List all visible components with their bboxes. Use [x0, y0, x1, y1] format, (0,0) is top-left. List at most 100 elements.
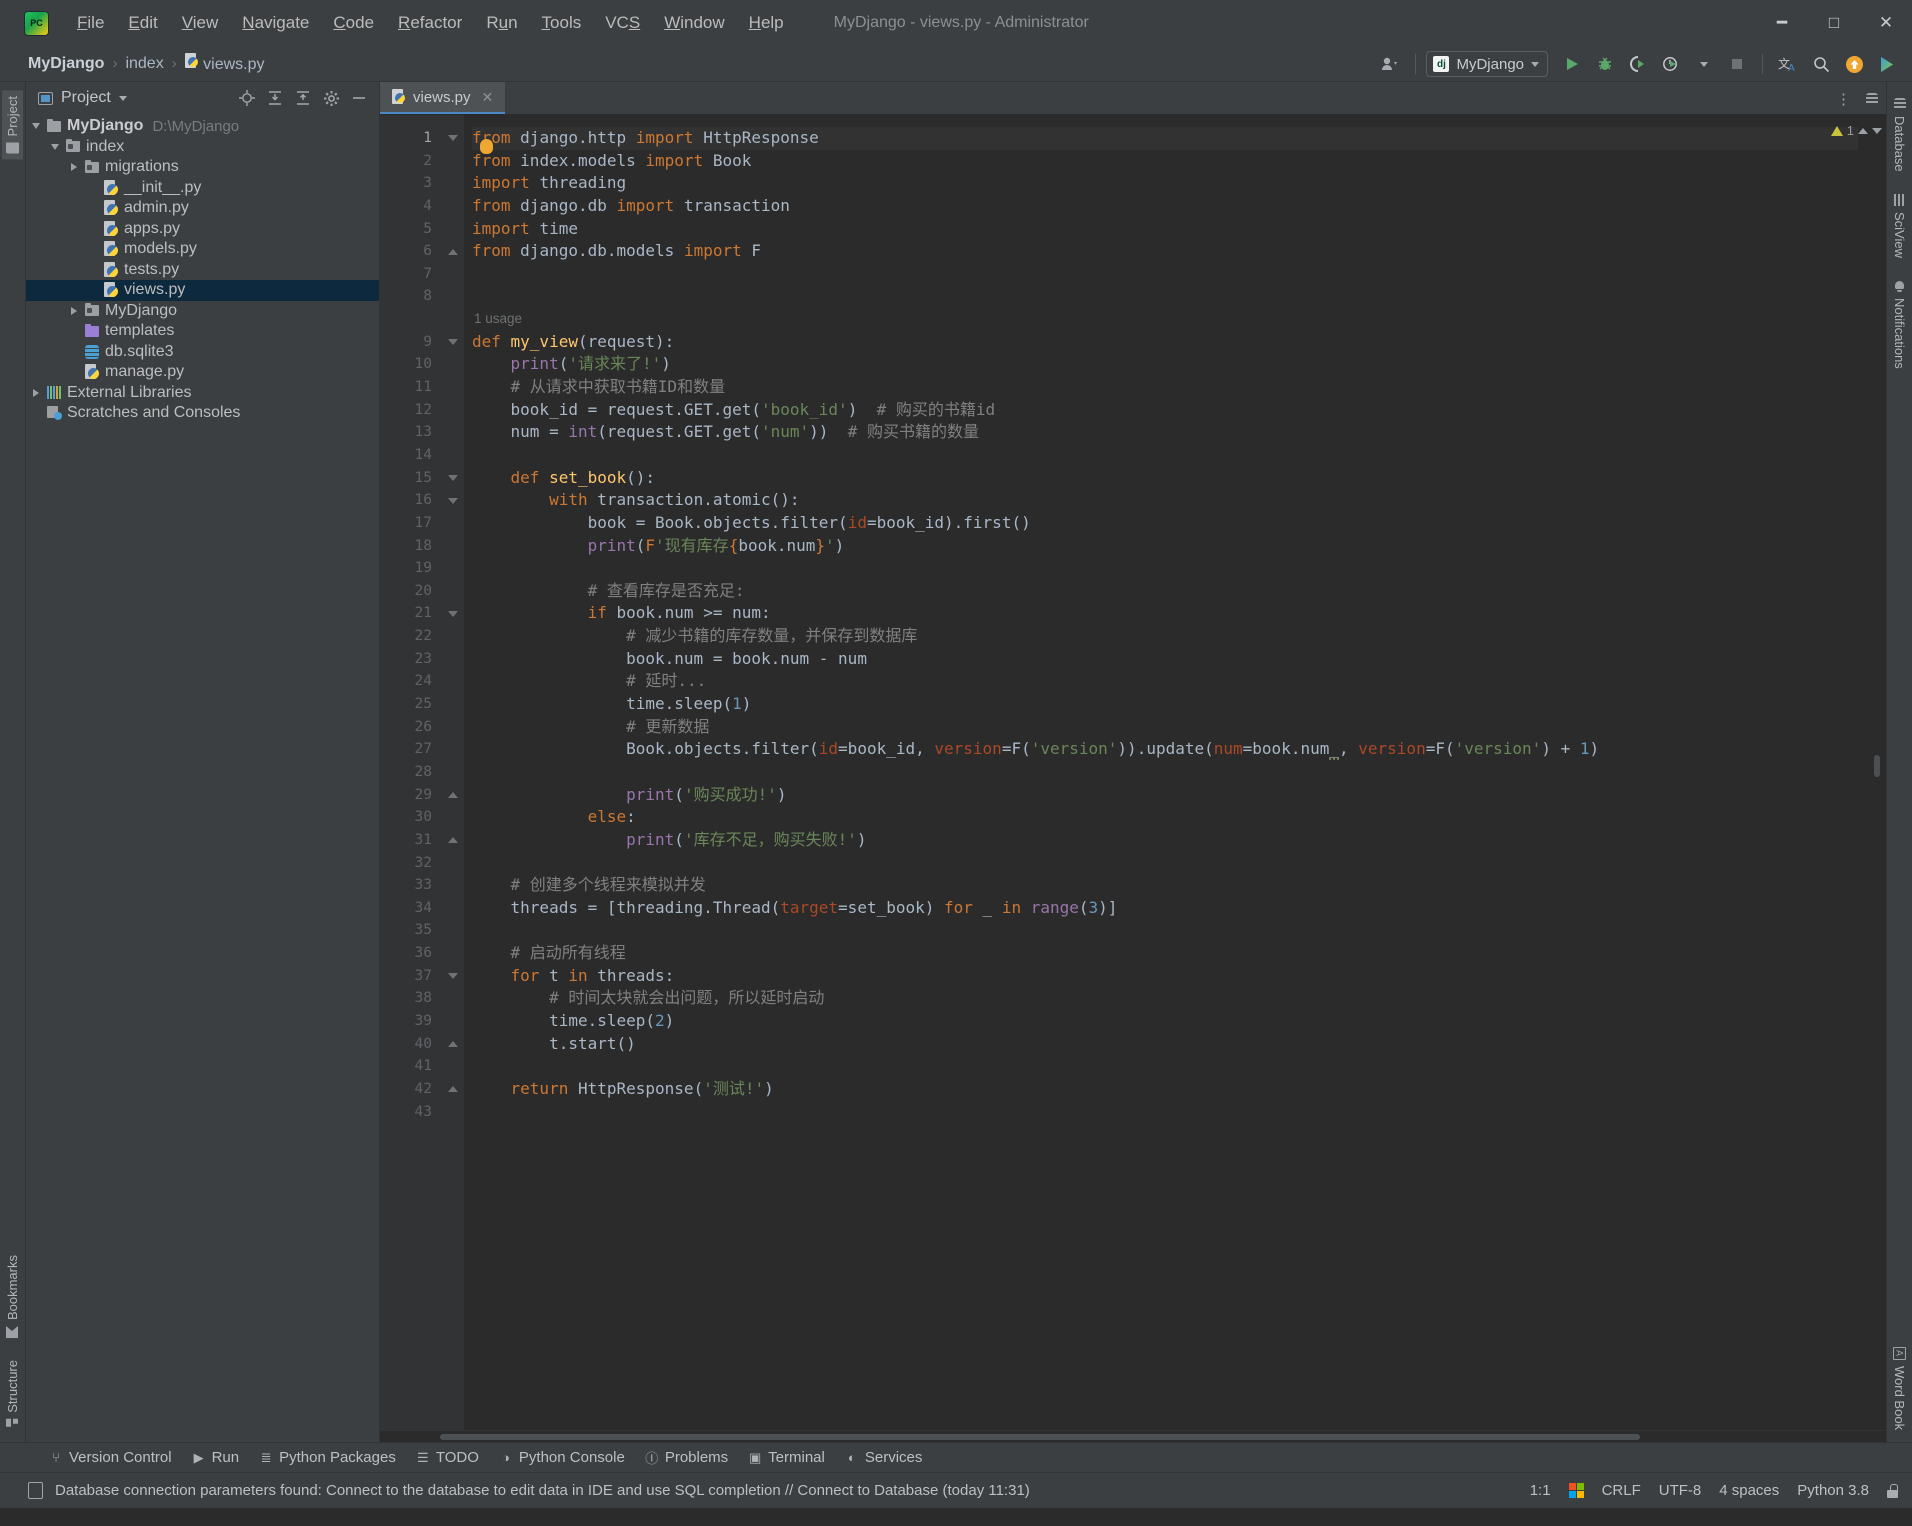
code-line[interactable]: return HttpResponse('测试!') [472, 1078, 1858, 1101]
code-line[interactable]: from django.db import transaction [472, 195, 1858, 218]
tool-window-terminal[interactable]: ▣ Terminal [739, 1446, 834, 1469]
status-message-area[interactable]: Database connection parameters found: Co… [28, 1482, 1030, 1499]
code-line[interactable]: with transaction.atomic(): [472, 489, 1858, 512]
breadcrumb-project[interactable]: MyDjango [24, 54, 108, 74]
tab-close-icon[interactable]: ✕ [482, 89, 494, 106]
breadcrumb-file[interactable]: views.py [181, 52, 269, 75]
search-icon[interactable] [1806, 50, 1836, 78]
tool-window-services[interactable]: ◐ Services [836, 1446, 932, 1469]
fold-region-start-icon[interactable] [442, 965, 464, 988]
sidebar-item-structure[interactable]: Structure [2, 1354, 23, 1436]
tool-window-run[interactable]: ▶ Run [183, 1446, 249, 1469]
ide-assistant-icon[interactable] [1872, 50, 1902, 78]
usage-hint[interactable]: 1 usage [472, 308, 1858, 331]
code-line[interactable]: else: [472, 806, 1858, 829]
python-interpreter[interactable]: Python 3.8 [1797, 1482, 1869, 1499]
code-line[interactable]: book_id = request.GET.get('book_id') # 购… [472, 399, 1858, 422]
breadcrumb-folder[interactable]: index [121, 54, 167, 74]
debug-button[interactable] [1590, 50, 1620, 78]
code-line[interactable]: threads = [threading.Thread(target=set_b… [472, 897, 1858, 920]
menu-item-view[interactable]: View [170, 9, 231, 37]
code-line[interactable]: # 从请求中获取书籍ID和数量 [472, 376, 1858, 399]
next-problem-icon[interactable] [1872, 127, 1882, 134]
code-line[interactable]: num = int(request.GET.get('num')) # 购买书籍… [472, 421, 1858, 444]
code-folding-gutter[interactable] [442, 115, 464, 1430]
maximize-button[interactable]: □ [1808, 0, 1860, 46]
tree-item-manage-py[interactable]: manage.py [26, 362, 379, 383]
tree-item-index[interactable]: index [26, 137, 379, 158]
run-button[interactable] [1557, 50, 1587, 78]
tree-item-db-sqlite3[interactable]: db.sqlite3 [26, 342, 379, 363]
menu-item-code[interactable]: Code [321, 9, 386, 37]
run-configuration-selector[interactable]: dj MyDjango [1426, 51, 1548, 77]
tool-window-problems[interactable]: Ⓘ Problems [636, 1445, 737, 1470]
collapse-all-icon[interactable] [291, 86, 315, 110]
chevron-down-icon[interactable] [118, 95, 127, 101]
code-line[interactable]: from django.http import HttpResponse [472, 127, 1858, 150]
run-with-coverage-button[interactable] [1623, 50, 1653, 78]
code-line[interactable] [472, 263, 1858, 286]
tree-item-migrations[interactable]: migrations [26, 157, 379, 178]
code-editor[interactable]: 1 2 3 4 5 6 7 8 9 10 11 12 13 14 15 16 17 18 19 20 21 22 23 24 2… [380, 115, 1886, 1430]
fold-end-marker-icon[interactable] [442, 829, 464, 852]
code-line[interactable]: print('购买成功!') [472, 784, 1858, 807]
account-icon[interactable] [1375, 50, 1405, 78]
fold-region-start-icon[interactable] [442, 127, 464, 150]
update-icon[interactable] [1839, 50, 1869, 78]
fold-end-marker-icon[interactable] [442, 1033, 464, 1056]
code-line[interactable]: # 时间太块就会出问题，所以延时启动 [472, 987, 1858, 1010]
tree-item-external-libraries[interactable]: External Libraries [26, 383, 379, 404]
tree-item-tests-py[interactable]: tests.py [26, 260, 379, 281]
fold-region-end-icon[interactable] [442, 240, 464, 263]
code-line[interactable] [472, 1055, 1858, 1078]
code-line[interactable] [472, 557, 1858, 580]
tree-item-apps-py[interactable]: apps.py [26, 219, 379, 240]
code-line[interactable]: for t in threads: [472, 965, 1858, 988]
tool-window-todo[interactable]: ☰ TODO [407, 1446, 488, 1469]
lock-icon[interactable] [1887, 1483, 1898, 1498]
menu-item-run[interactable]: Run [474, 9, 529, 37]
code-line[interactable]: time.sleep(2) [472, 1010, 1858, 1033]
tab-views-py[interactable]: views.py ✕ [380, 82, 506, 114]
more-options-icon[interactable]: ⋮ [1830, 90, 1858, 108]
code-line[interactable]: t.start() [472, 1033, 1858, 1056]
code-line[interactable]: print('请求来了!') [472, 353, 1858, 376]
menu-item-window[interactable]: Window [652, 9, 736, 37]
settings-gear-icon[interactable] [319, 86, 343, 110]
code-line[interactable]: if book.num >= num: [472, 602, 1858, 625]
sidebar-item-sciview[interactable]: SciView [1889, 188, 1910, 264]
sidebar-item-notifications[interactable]: Notifications [1889, 274, 1910, 375]
code-line[interactable]: # 查看库存是否充足: [472, 580, 1858, 603]
code-line[interactable]: def set_book(): [472, 467, 1858, 490]
code-line[interactable]: Book.objects.filter(id=book_id, version=… [472, 738, 1858, 761]
expand-all-icon[interactable] [263, 86, 287, 110]
fold-marker-icon[interactable] [442, 467, 464, 490]
menu-item-navigate[interactable]: Navigate [230, 9, 321, 37]
menu-item-tools[interactable]: Tools [530, 9, 594, 37]
sidebar-item-project[interactable]: Project [2, 90, 23, 160]
twisty-closed-icon[interactable] [26, 388, 45, 397]
minimize-button[interactable]: ━ [1756, 0, 1808, 46]
code-line[interactable]: from django.db.models import F [472, 240, 1858, 263]
profile-button[interactable] [1656, 50, 1686, 78]
previous-problem-icon[interactable] [1858, 127, 1868, 134]
code-line[interactable]: import threading [472, 172, 1858, 195]
translate-icon[interactable]: 文A [1773, 50, 1803, 78]
tree-item-templates[interactable]: templates [26, 321, 379, 342]
code-line[interactable]: # 减少书籍的库存数量，并保存到数据库 [472, 625, 1858, 648]
inspection-widget[interactable]: 1 [1830, 123, 1882, 138]
tree-item-mydjango[interactable]: MyDjango D:\MyDjango [26, 116, 379, 137]
tree-item-views-py[interactable]: views.py [26, 280, 379, 301]
tree-item-admin-py[interactable]: admin.py [26, 198, 379, 219]
menu-item-file[interactable]: File [65, 9, 116, 37]
code-line[interactable]: from index.models import Book [472, 150, 1858, 173]
fold-region-start-icon[interactable] [442, 331, 464, 354]
twisty-open-icon[interactable] [45, 143, 64, 151]
menu-item-refactor[interactable]: Refactor [386, 9, 474, 37]
code-line[interactable]: # 启动所有线程 [472, 942, 1858, 965]
status-message[interactable]: Database connection parameters found: Co… [55, 1482, 1030, 1499]
tree-item-models-py[interactable]: models.py [26, 239, 379, 260]
code-line[interactable]: book = Book.objects.filter(id=book_id).f… [472, 512, 1858, 535]
twisty-open-icon[interactable] [26, 122, 45, 130]
fold-marker-icon[interactable] [442, 602, 464, 625]
